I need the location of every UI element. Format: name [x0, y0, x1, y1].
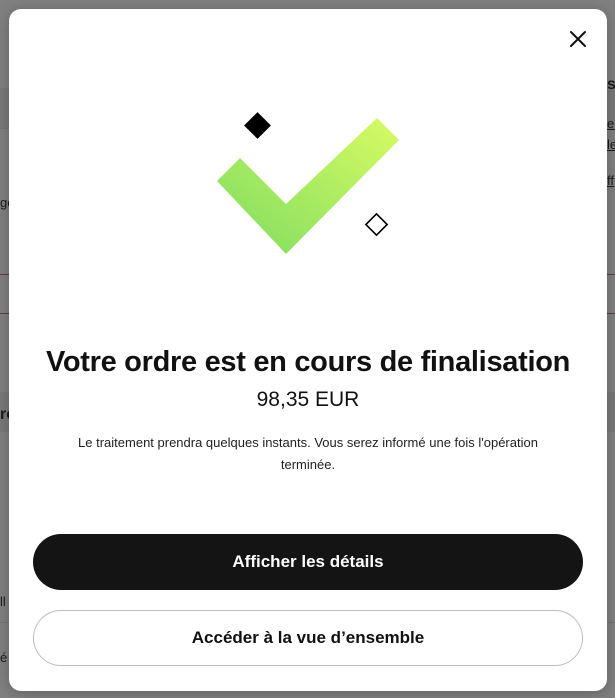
dialog-title: Votre ordre est en cours de finalisation — [45, 346, 571, 378]
filled-diamond-icon — [244, 112, 271, 139]
order-amount: 98,35 EUR — [256, 388, 360, 411]
go-to-overview-button[interactable]: Accéder à la vue d’ensemble — [33, 610, 583, 666]
outline-diamond-icon — [364, 212, 389, 237]
status-message: Le traitement prendra quelques instants.… — [78, 435, 538, 472]
success-illustration — [217, 112, 399, 254]
confirmation-dialog: Votre ordre est en cours de finalisation… — [9, 9, 607, 691]
view-details-button[interactable]: Afficher les détails — [33, 534, 583, 590]
checkmark-icon — [217, 118, 399, 254]
